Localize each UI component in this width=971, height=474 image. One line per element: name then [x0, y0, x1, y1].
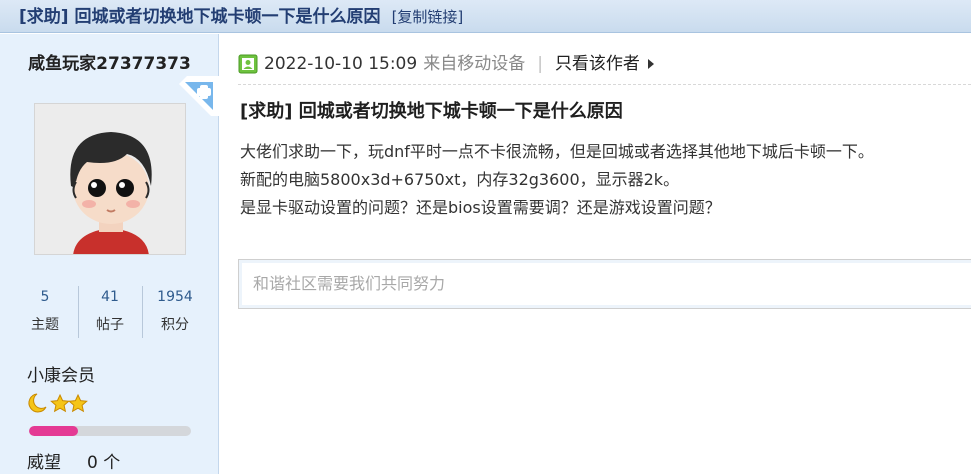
avatar[interactable] — [34, 103, 186, 255]
post-body: 大佬们求助一下，玩dnf平时一点不卡很流畅，但是回城或者选择其他地下城后卡顿一下… — [240, 138, 965, 222]
author-sidebar: 咸鱼玩家27377373 5 主题 41 帖子 1954 积分 小康会员 威望 … — [0, 34, 219, 474]
quick-reply-input[interactable]: 和谐社区需要我们共同努力 — [238, 259, 971, 309]
post-title: [求助] 回城或者切换地下城卡顿一下是什么原因 — [240, 101, 623, 122]
stat-posts-value: 41 — [101, 289, 119, 305]
level-progress-bar — [29, 426, 191, 436]
triangle-right-icon — [647, 59, 654, 69]
stat-points[interactable]: 1954 积分 — [145, 282, 205, 338]
author-stats: 5 主题 41 帖子 1954 积分 — [0, 282, 219, 340]
post-main: 2022-10-10 15:09 来自移动设备 | 只看该作者 [求助] 回城或… — [220, 34, 971, 474]
member-rank[interactable]: 小康会员 — [27, 361, 95, 386]
stat-topics-label: 主题 — [31, 317, 59, 333]
prestige-value: 0 个 — [87, 453, 121, 473]
post-source: 来自移动设备 — [423, 54, 526, 74]
stat-posts-label: 帖子 — [96, 317, 124, 333]
stat-divider — [78, 286, 79, 338]
level-progress-fill — [29, 426, 78, 436]
prestige-label: 威望 — [27, 453, 61, 473]
post-meta: 2022-10-10 15:09 来自移动设备 | 只看该作者 — [238, 52, 654, 76]
stat-divider — [142, 286, 143, 338]
stat-posts[interactable]: 41 帖子 — [80, 282, 140, 338]
thread-title-bar: [求助] 回城或者切换地下城卡顿一下是什么原因 [复制链接] — [0, 0, 971, 33]
copy-link-button[interactable]: [复制链接] — [392, 8, 464, 26]
stat-points-label: 积分 — [161, 317, 189, 333]
thread-title: [求助] 回城或者切换地下城卡顿一下是什么原因 — [19, 7, 381, 27]
stat-topics-value: 5 — [40, 289, 50, 305]
post-date: 2022-10-10 15:09 — [264, 54, 418, 74]
post-body-line: 大佬们求助一下，玩dnf平时一点不卡很流畅，但是回城或者选择其他地下城后卡顿一下… — [240, 142, 874, 161]
post-body-line: 新配的电脑5800x3d+6750xt，内存32g3600，显示器2k。 — [240, 170, 680, 189]
stat-topics[interactable]: 5 主题 — [15, 282, 75, 338]
author-username[interactable]: 咸鱼玩家27377373 — [0, 34, 219, 82]
prestige-row: 威望 0 个 — [27, 448, 120, 473]
only-author-link[interactable]: 只看该作者 — [555, 52, 640, 76]
avatar-image — [35, 104, 185, 254]
meta-divider — [238, 84, 971, 85]
post-body-line: 是显卡驱动设置的问题？还是bios设置需要调？还是游戏设置问题？ — [240, 198, 721, 217]
rank-stars-icon — [28, 393, 88, 413]
online-status-icon — [238, 54, 258, 74]
stat-points-value: 1954 — [157, 289, 193, 305]
meta-separator: | — [537, 54, 543, 74]
